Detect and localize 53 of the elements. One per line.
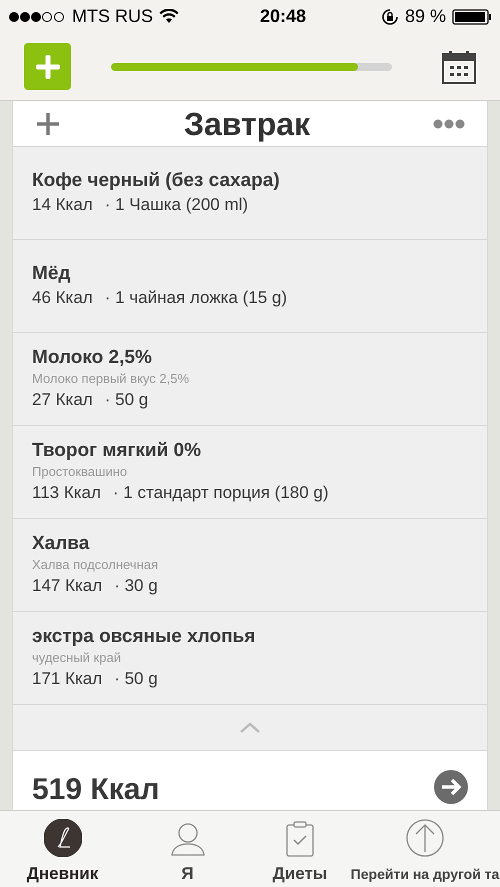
food-name: Творог мягкий 0%: [32, 439, 202, 463]
calendar-button[interactable]: [442, 50, 476, 84]
tab[interactable]: Диеты: [250, 811, 350, 887]
clipboard-check-icon: [286, 821, 314, 857]
wifi-icon: [159, 9, 179, 24]
arrow-up-circle-icon: [406, 819, 444, 857]
food-brand: Простоквашино: [32, 463, 128, 481]
arrow-right-icon[interactable]: [434, 770, 468, 804]
food-brand: чудесный край: [32, 649, 122, 667]
food-portion: · 1 Чашка (200 ml): [104, 194, 248, 216]
food-calories: 113 Ккал: [32, 482, 101, 504]
tab[interactable]: Дневник: [0, 811, 125, 887]
tab[interactable]: Перейти на другой та: [350, 811, 500, 887]
food-name: Молоко 2,5%: [32, 346, 153, 370]
plus-icon: [36, 54, 60, 78]
person-icon: [170, 821, 206, 857]
tab[interactable]: Я: [125, 811, 250, 887]
script-l-icon: [44, 819, 82, 857]
battery-icon: [452, 8, 492, 24]
more-icon[interactable]: [433, 118, 465, 128]
meal-title: Завтрак: [182, 108, 312, 140]
signal-icon: [8, 10, 66, 22]
food-name: экстра овсяные хлопья: [32, 625, 256, 649]
food-portion: · 1 чайная ложка (15 g): [104, 287, 288, 309]
food-item[interactable]: экстра овсяные хлопья чудесный край 171 Ккал · 50 g: [13, 612, 487, 705]
food-name: Мёд: [32, 262, 72, 286]
food-calories: 14 Ккал: [32, 194, 93, 216]
food-item[interactable]: Молоко 2,5% Молоко первый вкус 2,5% 27 Ккал · 50 g: [13, 333, 487, 426]
carrier-name: MTS RUS: [72, 5, 153, 28]
food-portion: · 30 g: [114, 575, 158, 597]
battery-percent: 89 %: [404, 5, 446, 28]
food-portion: · 1 стандарт порция (180 g): [112, 482, 329, 504]
food-calories: 147 Ккал: [32, 575, 102, 597]
food-calories: 46 Ккал: [32, 287, 93, 309]
clock-time: 20:48: [258, 5, 308, 28]
food-item[interactable]: Мёд 46 Ккал · 1 чайная ложка (15 g): [13, 240, 487, 333]
food-item[interactable]: Халва Халва подсолнечная 147 Ккал · 30 g: [13, 519, 487, 612]
total-calories: 519 Ккал: [32, 772, 160, 808]
food-name: Халва: [32, 532, 90, 556]
rotation-lock-icon: [380, 8, 399, 26]
food-name: Кофе черный (без сахара): [32, 169, 281, 193]
food-item[interactable]: Кофе черный (без сахара) 14 Ккал · 1 Чашка (200 ml): [13, 147, 487, 240]
food-calories: 27 Ккал: [32, 389, 93, 411]
calendar-icon: [442, 50, 476, 84]
chevron-up-icon: [240, 722, 260, 733]
add-button[interactable]: [24, 43, 71, 90]
food-item[interactable]: Творог мягкий 0% Простоквашино 113 Ккал · 1 стандарт порция (180 g): [13, 426, 487, 519]
food-calories: 171 Ккал: [32, 668, 102, 690]
food-portion: · 50 g: [104, 389, 148, 411]
food-brand: Халва подсолнечная: [32, 556, 160, 574]
food-brand: Молоко первый вкус 2,5%: [32, 370, 190, 388]
plus-icon[interactable]: [35, 110, 61, 136]
food-portion: · 50 g: [114, 668, 158, 690]
